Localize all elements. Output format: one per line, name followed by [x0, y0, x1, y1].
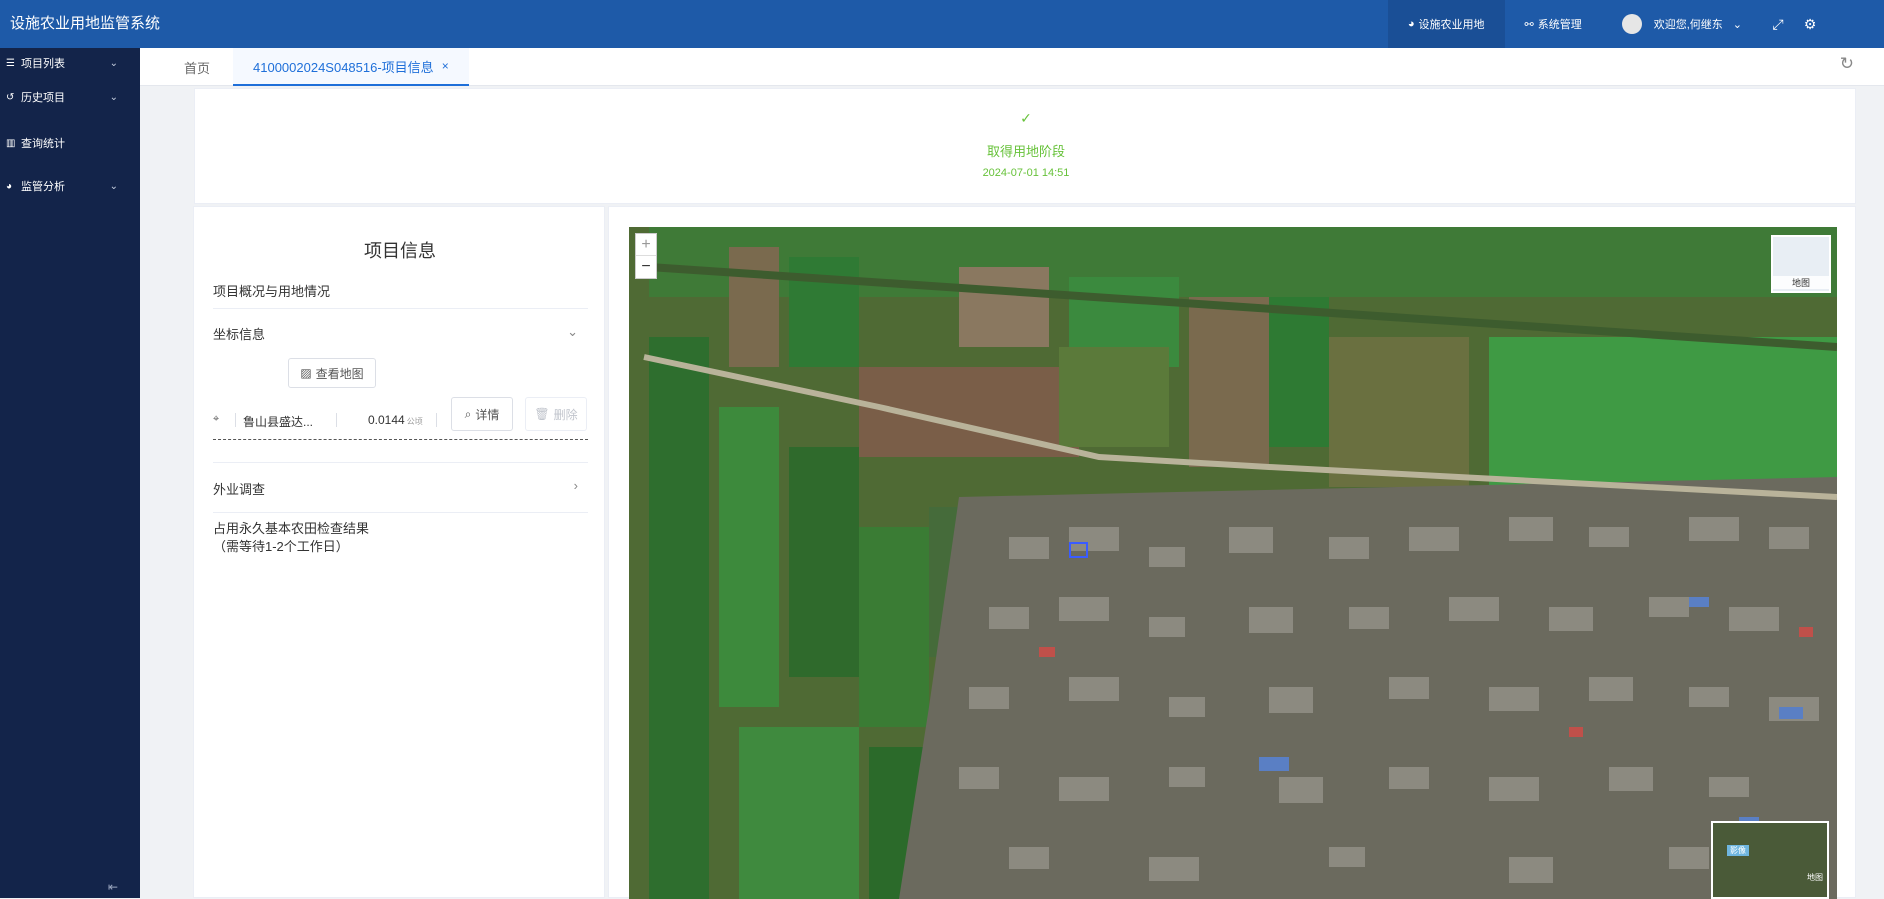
location-icon: ⌖ — [213, 413, 220, 425]
search-icon: ⌕ — [464, 406, 472, 421]
nav-system-management-label: 系统管理 — [1537, 19, 1582, 31]
overview-tag: 影像 — [1727, 845, 1749, 856]
panel-title: 项目信息 — [364, 241, 436, 261]
coord-section-header[interactable]: 坐标信息 — [213, 324, 265, 343]
fullscreen-icon[interactable]: ⤢ — [1762, 0, 1794, 48]
share-icon: ⚯ — [1524, 18, 1534, 31]
coord-unit: 公顷 — [406, 417, 423, 426]
sidebar-item-history[interactable]: ↺ 历史项目 ⌄ — [0, 86, 140, 108]
overview-label: 地图 — [1807, 873, 1823, 882]
tab-project-info-label: 4100002024S048516-项目信息 — [253, 59, 434, 75]
map-panel: + − 地图 影像 地图 — [608, 206, 1856, 899]
sidebar: ☰ 项目列表 ⌄ ↺ 历史项目 ⌄ ▥ 查询统计 ◕ 监管分析 ⌄ ⇤ — [0, 48, 140, 898]
divider — [235, 413, 236, 427]
top-bar: 设施农业用地监管系统 ◕ 设施农业用地 ⚯ 系统管理 欢迎您,何继东 ⌄ ⤢ ⚙ — [0, 0, 1884, 48]
basemap-switch[interactable]: 地图 — [1771, 235, 1831, 293]
collapse-sidebar-icon[interactable]: ⇤ — [108, 880, 118, 894]
delete-button[interactable]: 🗑 删除 — [525, 397, 587, 431]
check-result-title: 占用永久基本农田检查结果 — [213, 521, 370, 536]
coord-area: 0.0144 公顷 — [368, 413, 423, 427]
project-info-panel: 项目信息 项目概况与用地情况 坐标信息 ⌄ ▨ 查看地图 ⌖ 鲁山县盛达... … — [193, 206, 605, 898]
stage-time: 2024-07-01 14:51 — [982, 167, 1070, 179]
trash-icon: 🗑 — [534, 407, 550, 421]
sidebar-item-project-list[interactable]: ☰ 项目列表 ⌄ — [0, 52, 140, 74]
nav-system-management[interactable]: ⚯ 系统管理 — [1505, 0, 1602, 48]
pie-chart-icon: ◕ — [6, 180, 13, 192]
detail-label: 详情 — [475, 407, 500, 422]
sidebar-item-label: 项目列表 — [21, 58, 65, 70]
basemap-label: 地图 — [1773, 276, 1829, 289]
sidebar-item-label: 监管分析 — [21, 181, 65, 193]
welcome-text: 欢迎您,何继东 — [1653, 19, 1723, 31]
stage-name: 取得用地阶段 — [986, 144, 1065, 159]
satellite-map[interactable]: + − 地图 影像 地图 — [629, 227, 1837, 899]
list-icon: ☰ — [6, 57, 15, 69]
sidebar-item-statistics[interactable]: ▥ 查询统计 — [0, 132, 140, 154]
divider — [436, 413, 437, 427]
nav-facility-land[interactable]: ◕ 设施农业用地 — [1387, 0, 1505, 48]
zoom-in-button[interactable]: + — [636, 234, 656, 256]
view-map-button[interactable]: ▨ 查看地图 — [288, 358, 376, 388]
refresh-icon[interactable]: ↻ — [1840, 54, 1854, 74]
tab-project-info[interactable]: 4100002024S048516-项目信息 × — [233, 48, 469, 86]
gear-icon[interactable]: ⚙ — [1794, 0, 1826, 48]
divider — [213, 512, 588, 513]
overview-link[interactable]: 项目概况与用地情况 — [213, 281, 330, 300]
check-result-note: （需等待1-2个工作日） — [213, 539, 349, 554]
coord-area-value: 0.0144 — [368, 413, 405, 427]
chevron-down-icon: ⌄ — [109, 91, 118, 103]
field-survey-link[interactable]: 外业调查 — [213, 479, 265, 498]
zoom-control: + − — [635, 233, 657, 279]
chevron-down-icon[interactable]: ⌄ — [567, 324, 578, 340]
delete-label: 删除 — [553, 407, 578, 422]
header-nav: ◕ 设施农业用地 ⚯ 系统管理 欢迎您,何继东 ⌄ ⤢ ⚙ — [1387, 0, 1884, 48]
view-map-label: 查看地图 — [315, 366, 364, 381]
app-title: 设施农业用地监管系统 — [10, 15, 161, 32]
nav-facility-land-label: 设施农业用地 — [1418, 19, 1485, 31]
chevron-right-icon[interactable]: › — [574, 478, 578, 493]
tab-bar: 首页 4100002024S048516-项目信息 × ↻ — [140, 48, 1884, 86]
user-menu[interactable]: 欢迎您,何继东 ⌄ — [1602, 0, 1762, 48]
coord-row: ⌖ 鲁山县盛达... 0.0144 公顷 ⌕ 详情 🗑 删除 — [213, 397, 588, 440]
pie-chart-icon: ◕ — [1407, 18, 1415, 30]
bar-chart-icon: ▥ — [6, 137, 16, 149]
image-icon: ▨ — [300, 366, 312, 380]
divider — [213, 308, 588, 309]
satellite-imagery — [629, 227, 1837, 899]
tab-home[interactable]: 首页 — [184, 48, 210, 86]
check-icon: ✓ — [1020, 110, 1032, 126]
avatar — [1621, 14, 1642, 34]
chevron-down-icon: ⌄ — [109, 180, 118, 192]
sidebar-item-label: 查询统计 — [21, 138, 65, 150]
divider — [213, 462, 588, 463]
divider — [336, 413, 337, 427]
coord-name: 鲁山县盛达... — [243, 415, 314, 429]
history-icon: ↺ — [6, 91, 15, 103]
overview-map[interactable]: 影像 地图 — [1711, 821, 1829, 899]
close-icon[interactable]: × — [442, 59, 449, 73]
chevron-down-icon: ⌄ — [1732, 18, 1742, 31]
detail-button[interactable]: ⌕ 详情 — [451, 397, 513, 431]
chevron-down-icon: ⌄ — [109, 57, 118, 69]
zoom-out-button[interactable]: − — [636, 256, 656, 278]
sidebar-item-label: 历史项目 — [21, 92, 65, 104]
sidebar-item-analysis[interactable]: ◕ 监管分析 ⌄ — [0, 175, 140, 197]
stage-card: ✓ 取得用地阶段 2024-07-01 14:51 — [194, 88, 1856, 204]
